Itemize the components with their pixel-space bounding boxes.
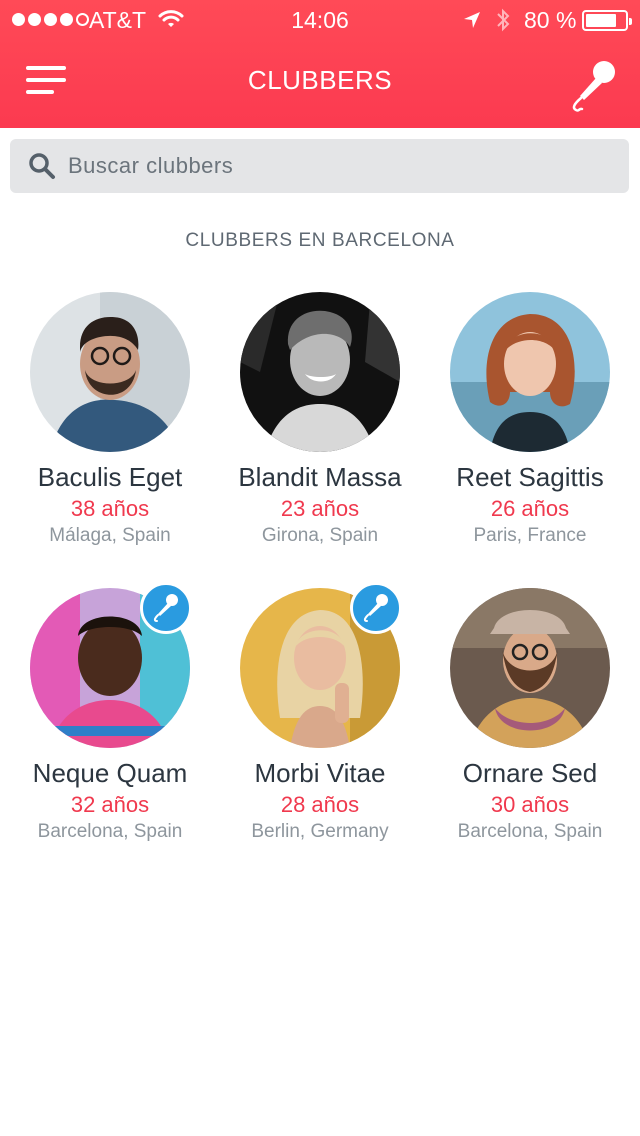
- bluetooth-icon: [497, 8, 510, 32]
- section-title: CLUBBERS EN BARCELONA: [185, 230, 455, 251]
- search-icon: [29, 153, 55, 179]
- clubber-name: Neque Quam: [32, 758, 188, 788]
- microphone-icon: [153, 594, 178, 622]
- battery-icon: [582, 10, 632, 31]
- microphone-button[interactable]: [566, 58, 618, 114]
- clubber-age: 28 años: [280, 792, 360, 817]
- clubber-card-neque-quam[interactable]: Neque Quam 32 años Barcelona, Spain: [5, 582, 215, 858]
- avatar: [30, 292, 190, 452]
- clubber-name: Morbi Vitae: [254, 758, 386, 788]
- clubber-age: 38 años: [70, 496, 150, 521]
- app-header: AT&T 14:06 80 % CLUBBERS: [0, 0, 640, 128]
- clubber-location: Málaga, Spain: [49, 525, 171, 546]
- clubber-location: Paris, France: [473, 525, 587, 546]
- clubber-name: Ornare Sed: [462, 758, 598, 788]
- clubber-age: 30 años: [490, 792, 570, 817]
- microphone-icon: [363, 594, 388, 622]
- clubber-location: Barcelona, Spain: [37, 821, 183, 842]
- clubber-card-morbi-vitae[interactable]: Morbi Vitae 28 años Berlin, Germany: [215, 582, 425, 858]
- clubber-location: Barcelona, Spain: [457, 821, 603, 842]
- clubber-card-ornare-sed[interactable]: Ornare Sed 30 años Barcelona, Spain: [425, 588, 635, 858]
- status-bar: AT&T 14:06 80 %: [0, 0, 640, 40]
- clubber-card-reet-sagittis[interactable]: Reet Sagittis 26 años Paris, France: [425, 292, 635, 562]
- voice-badge: [350, 582, 402, 634]
- clubber-name: Baculis Eget: [37, 462, 183, 492]
- clubber-name: Reet Sagittis: [456, 462, 604, 492]
- battery-percentage: 80 %: [524, 7, 577, 33]
- page-title: CLUBBERS: [247, 65, 393, 95]
- location-arrow-icon: [464, 12, 480, 28]
- clubber-location: Girona, Spain: [261, 525, 379, 546]
- clubber-age: 26 años: [490, 496, 570, 521]
- clubber-card-baculis-eget[interactable]: Baculis Eget 38 años Málaga, Spain: [5, 292, 215, 562]
- clubber-age: 23 años: [280, 496, 360, 521]
- search-bar[interactable]: [10, 139, 629, 193]
- microphone-icon: [572, 61, 615, 112]
- clubber-location: Berlin, Germany: [251, 821, 389, 842]
- clubber-age: 32 años: [70, 792, 150, 817]
- avatar: [240, 292, 400, 452]
- clubber-card-blandit-massa[interactable]: Blandit Massa 23 años Girona, Spain: [215, 292, 425, 562]
- clubber-name: Blandit Massa: [238, 462, 402, 492]
- voice-badge: [140, 582, 192, 634]
- search-input[interactable]: [68, 139, 608, 193]
- avatar: [450, 292, 610, 452]
- avatar: [450, 588, 610, 748]
